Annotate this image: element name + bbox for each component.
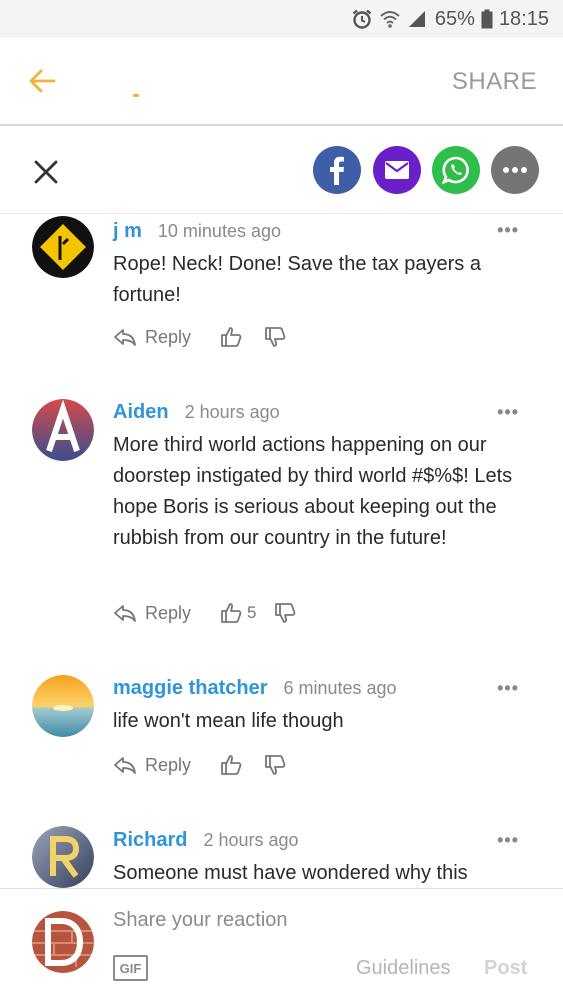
comment-actions: Reply 5 bbox=[113, 598, 297, 628]
comment-actions: Reply bbox=[113, 322, 287, 352]
avatar[interactable] bbox=[32, 675, 94, 737]
reply-label: Reply bbox=[145, 326, 192, 347]
current-user-avatar bbox=[32, 911, 94, 973]
downvote-button[interactable] bbox=[263, 325, 287, 349]
thumbs-down-icon bbox=[265, 327, 286, 347]
app-header: SHARE bbox=[0, 38, 563, 126]
comment-timestamp: 6 minutes ago bbox=[283, 678, 397, 698]
alarm-icon bbox=[351, 8, 373, 30]
comment-username[interactable]: maggie thatcher bbox=[113, 677, 267, 700]
thumbs-up-icon bbox=[221, 755, 242, 775]
reaction-input[interactable] bbox=[113, 909, 513, 932]
comment-header: j m 10 minutes ago bbox=[113, 220, 281, 250]
comment-text: Rope! Neck! Done! Save the tax payers a … bbox=[113, 253, 481, 306]
downvote-button[interactable] bbox=[273, 601, 297, 625]
battery-percentage: 65% bbox=[434, 7, 475, 30]
title-logo-mark bbox=[133, 94, 139, 97]
share-panel bbox=[0, 128, 563, 214]
guidelines-link[interactable]: Guidelines bbox=[356, 957, 451, 980]
email-icon bbox=[385, 161, 409, 179]
thumbs-up-icon bbox=[221, 603, 242, 623]
comment-text: More third world actions happening on ou… bbox=[113, 434, 513, 549]
avatar[interactable] bbox=[32, 399, 94, 461]
comment-options-icon[interactable]: ••• bbox=[497, 402, 519, 423]
thumbs-down-icon bbox=[274, 603, 295, 623]
email-share-button[interactable] bbox=[373, 146, 421, 194]
reaction-composer: GIF Guidelines Post bbox=[0, 888, 563, 1000]
comment-text: Someone must have wondered why this bbox=[113, 862, 468, 884]
comment-username[interactable]: Aiden bbox=[113, 401, 169, 424]
comment-header: Richard 2 hours ago bbox=[113, 829, 299, 859]
reply-label: Reply bbox=[145, 754, 192, 775]
reply-icon bbox=[114, 605, 136, 622]
upvote-button[interactable]: 5 bbox=[219, 601, 257, 625]
reply-label: Reply bbox=[145, 602, 192, 623]
facebook-icon bbox=[330, 156, 344, 185]
reply-button[interactable]: Reply bbox=[113, 603, 191, 624]
wifi-icon bbox=[379, 9, 401, 29]
comment-timestamp: 2 hours ago bbox=[184, 402, 280, 422]
whatsapp-share-button[interactable] bbox=[432, 146, 480, 194]
upvote-button[interactable] bbox=[219, 325, 247, 349]
reply-button[interactable]: Reply bbox=[113, 755, 191, 776]
share-button[interactable]: SHARE bbox=[452, 68, 537, 96]
gif-button[interactable]: GIF bbox=[113, 955, 148, 981]
comments-list[interactable]: j m 10 minutes ago ••• Rope! Neck! Done!… bbox=[0, 214, 563, 888]
clock-time: 18:15 bbox=[498, 7, 549, 30]
back-arrow-icon[interactable] bbox=[26, 64, 60, 98]
reply-icon bbox=[114, 757, 136, 774]
more-icon bbox=[503, 167, 527, 173]
thumbs-down-icon bbox=[265, 755, 286, 775]
battery-icon bbox=[481, 9, 493, 29]
reply-icon bbox=[114, 329, 136, 346]
downvote-button[interactable] bbox=[263, 753, 287, 777]
comment-actions: Reply bbox=[113, 750, 287, 780]
reply-button[interactable]: Reply bbox=[113, 327, 191, 348]
facebook-share-button[interactable] bbox=[313, 146, 361, 194]
comment-timestamp: 10 minutes ago bbox=[157, 221, 281, 241]
comment-header: maggie thatcher 6 minutes ago bbox=[113, 677, 397, 707]
comment-options-icon[interactable]: ••• bbox=[497, 220, 519, 241]
upvote-button[interactable] bbox=[219, 753, 247, 777]
more-share-button[interactable] bbox=[491, 146, 539, 194]
comment-text: life won't mean life though bbox=[113, 710, 344, 732]
comment-timestamp: 2 hours ago bbox=[203, 830, 299, 850]
comment-username[interactable]: Richard bbox=[113, 829, 187, 852]
comment-options-icon[interactable]: ••• bbox=[497, 678, 519, 699]
close-icon[interactable] bbox=[32, 158, 60, 186]
avatar[interactable] bbox=[32, 216, 94, 278]
avatar[interactable] bbox=[32, 826, 94, 888]
comment-username[interactable]: j m bbox=[113, 220, 142, 243]
upvote-count: 5 bbox=[247, 603, 257, 622]
signal-icon bbox=[407, 9, 427, 29]
status-bar: 65% 18:15 bbox=[0, 0, 563, 38]
comment-header: Aiden 2 hours ago bbox=[113, 401, 280, 431]
comment-options-icon[interactable]: ••• bbox=[497, 830, 519, 851]
post-button[interactable]: Post bbox=[484, 957, 527, 980]
thumbs-up-icon bbox=[221, 327, 242, 347]
whatsapp-icon bbox=[441, 156, 469, 185]
